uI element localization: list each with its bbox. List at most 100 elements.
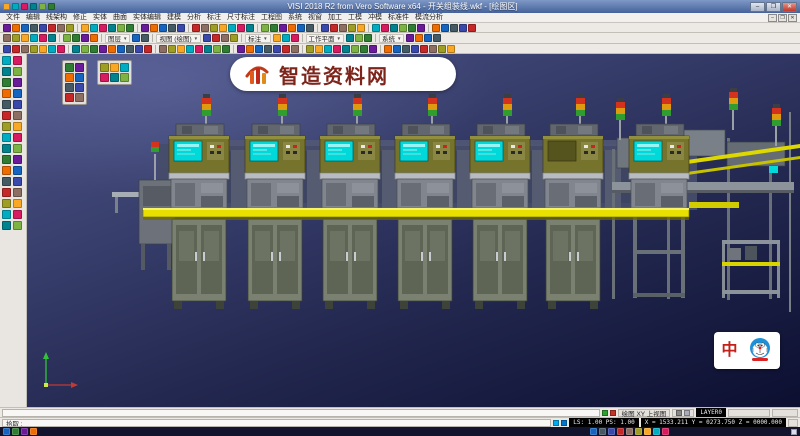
tool-icon[interactable] <box>291 45 299 53</box>
tool-icon[interactable] <box>2 166 11 175</box>
tool-icon[interactable] <box>13 210 22 219</box>
menu-item-18[interactable]: 模流分析 <box>412 13 446 22</box>
tool-icon[interactable] <box>282 34 290 42</box>
tool-icon[interactable] <box>330 24 338 32</box>
taskbar-icon[interactable] <box>12 428 19 435</box>
menu-item-1[interactable]: 编辑 <box>23 13 43 22</box>
tool-icon[interactable] <box>210 24 218 32</box>
tool-icon[interactable] <box>39 24 47 32</box>
tool-icon[interactable] <box>21 45 29 53</box>
tool-icon[interactable] <box>65 63 74 72</box>
tool-icon[interactable] <box>203 34 211 42</box>
tool-icon[interactable] <box>90 45 98 53</box>
tool-icon[interactable] <box>13 78 22 87</box>
tool-icon[interactable] <box>420 45 428 53</box>
tool-icon[interactable] <box>381 24 389 32</box>
tool-icon[interactable] <box>110 73 119 82</box>
tool-icon[interactable] <box>369 45 377 53</box>
tool-icon[interactable] <box>48 24 56 32</box>
menu-item-6[interactable]: 实体编辑 <box>130 13 164 22</box>
menu-item-8[interactable]: 分析 <box>184 13 204 22</box>
tool-icon[interactable] <box>100 63 109 72</box>
tool-icon[interactable] <box>459 24 467 32</box>
menu-item-3[interactable]: 修正 <box>70 13 90 22</box>
menu-item-5[interactable]: 曲面 <box>110 13 130 22</box>
taskbar-icon[interactable] <box>617 428 624 435</box>
tool-icon[interactable] <box>273 34 281 42</box>
tool-icon[interactable] <box>230 34 238 42</box>
tool-icon[interactable] <box>13 155 22 164</box>
tool-icon[interactable] <box>288 24 296 32</box>
tool-icon[interactable] <box>195 45 203 53</box>
tool-icon[interactable] <box>2 133 11 142</box>
tool-icon[interactable] <box>72 45 80 53</box>
viewport-3d[interactable]: 智造资料网 中 <box>27 54 800 407</box>
tool-icon[interactable] <box>324 45 332 53</box>
tool-icon[interactable] <box>228 24 236 32</box>
tool-icon[interactable] <box>282 45 290 53</box>
tool-icon[interactable] <box>237 45 245 53</box>
tool-icon[interactable] <box>468 24 476 32</box>
tool-icon[interactable] <box>117 45 125 53</box>
tool-icon[interactable] <box>108 45 116 53</box>
tool-icon[interactable] <box>75 93 84 102</box>
tool-icon[interactable] <box>117 24 125 32</box>
tool-icon[interactable] <box>13 111 22 120</box>
tool-icon[interactable] <box>339 24 347 32</box>
tool-icon[interactable] <box>81 34 89 42</box>
tool-icon[interactable] <box>12 24 20 32</box>
taskbar-icon[interactable] <box>599 428 606 435</box>
tool-icon[interactable] <box>408 24 416 32</box>
tool-icon[interactable] <box>75 83 84 92</box>
tool-icon[interactable] <box>13 89 22 98</box>
tool-icon[interactable] <box>57 45 65 53</box>
tool-icon[interactable] <box>141 34 149 42</box>
tool-icon[interactable] <box>90 34 98 42</box>
menu-item-0[interactable]: 文件 <box>3 13 23 22</box>
tool-icon[interactable] <box>168 24 176 32</box>
tool-icon[interactable] <box>13 133 22 142</box>
tool-icon[interactable] <box>2 199 11 208</box>
tool-icon[interactable] <box>372 24 380 32</box>
select-mode-icon[interactable] <box>561 420 567 426</box>
tool-icon[interactable] <box>120 63 129 72</box>
tool-icon[interactable] <box>441 24 449 32</box>
tool-icon[interactable] <box>65 93 74 102</box>
tool-icon[interactable] <box>13 56 22 65</box>
tool-icon[interactable] <box>2 188 11 197</box>
menu-item-13[interactable]: 视窗 <box>305 13 325 22</box>
tool-icon[interactable] <box>65 83 74 92</box>
tool-icon[interactable] <box>110 63 119 72</box>
tool-icon[interactable] <box>357 24 365 32</box>
tool-icon[interactable] <box>297 24 305 32</box>
tool-icon[interactable] <box>13 199 22 208</box>
layer-badge[interactable]: LAYER0 <box>696 408 726 417</box>
tool-icon[interactable] <box>2 155 11 164</box>
tool-icon[interactable] <box>168 45 176 53</box>
tool-icon[interactable] <box>39 3 46 10</box>
tool-icon[interactable] <box>321 24 329 32</box>
menu-item-7[interactable]: 建模 <box>164 13 184 22</box>
tool-icon[interactable] <box>21 34 29 42</box>
tool-icon[interactable] <box>417 24 425 32</box>
tool-icon[interactable] <box>99 24 107 32</box>
tool-icon[interactable] <box>261 24 269 32</box>
tool-icon[interactable] <box>2 111 11 120</box>
tool-icon[interactable] <box>120 73 129 82</box>
tool-icon[interactable] <box>81 45 89 53</box>
tool-icon[interactable] <box>13 67 22 76</box>
tool-icon[interactable] <box>75 73 84 82</box>
tool-icon[interactable] <box>126 45 134 53</box>
menu-item-14[interactable]: 加工 <box>325 13 345 22</box>
menu-item-2[interactable]: 线架构 <box>43 13 70 22</box>
menu-item-17[interactable]: 标准件 <box>385 13 412 22</box>
tool-icon[interactable] <box>2 56 11 65</box>
tool-icon[interactable] <box>450 24 458 32</box>
tool-icon[interactable] <box>13 188 22 197</box>
menu-item-11[interactable]: 工程图 <box>258 13 285 22</box>
menu-item-10[interactable]: 尺寸标注 <box>224 13 258 22</box>
tool-icon[interactable] <box>21 24 29 32</box>
tool-icon[interactable] <box>406 34 414 42</box>
menu-item-15[interactable]: 工模 <box>345 13 365 22</box>
tool-icon[interactable] <box>306 24 314 32</box>
